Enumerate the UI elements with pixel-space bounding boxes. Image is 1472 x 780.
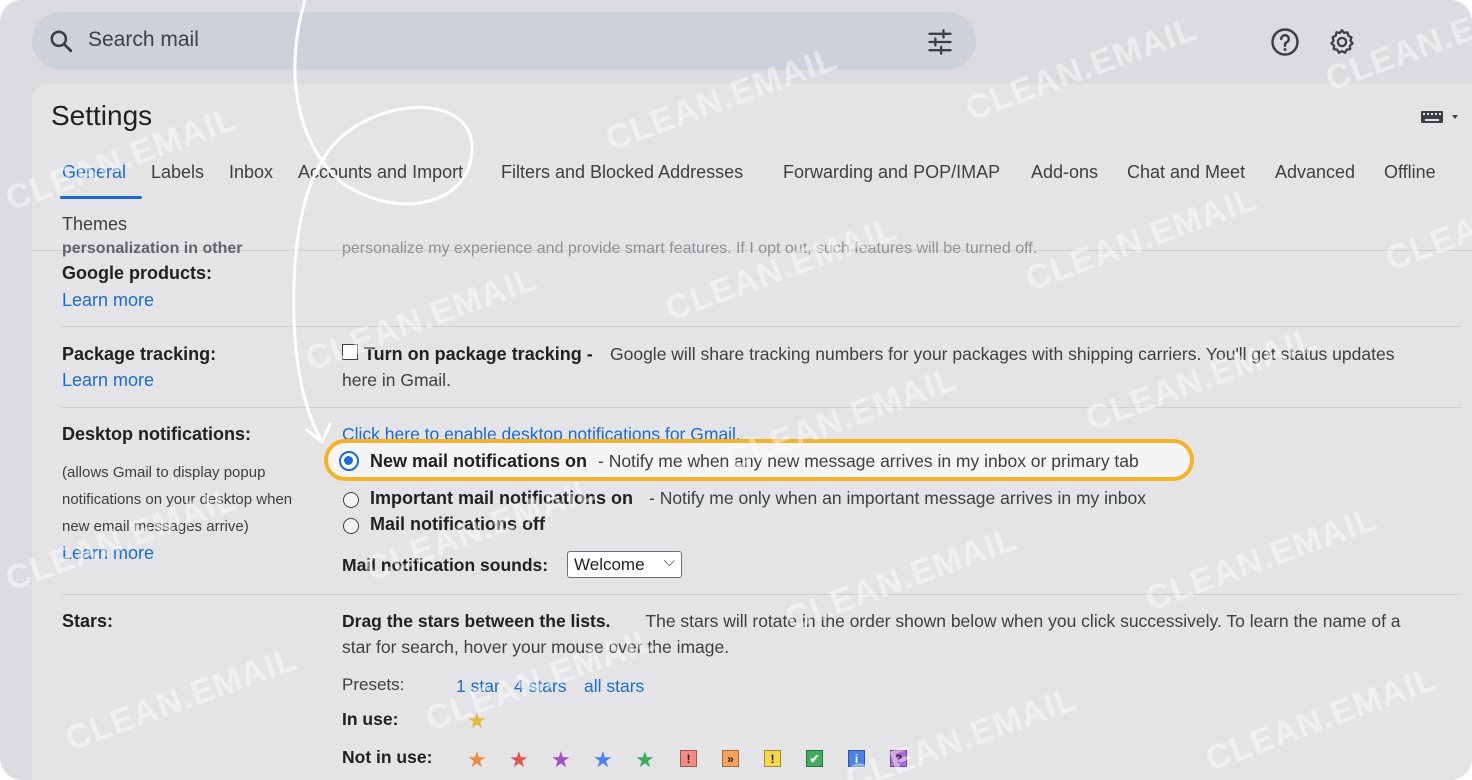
learn-more-desktop[interactable]: Learn more	[62, 543, 154, 564]
page-title: Settings	[51, 100, 153, 131]
chevron-down-icon: ⌵	[663, 553, 675, 570]
tab-themes[interactable]: Themes	[62, 214, 127, 235]
yellow-star-icon[interactable]: ★	[467, 710, 487, 732]
stars-desc-bold: Drag the stars between the lists.	[342, 611, 611, 631]
package-tracking-checkbox[interactable]	[342, 344, 358, 360]
desktop-notifications-label: Desktop notifications:	[62, 424, 252, 444]
tab-general[interactable]: General	[62, 162, 126, 183]
row-divider	[62, 326, 1462, 327]
search-icon[interactable]	[48, 28, 74, 54]
package-tracking-option: Turn on package tracking -	[364, 344, 593, 364]
google-products-label: Google products:	[62, 263, 212, 283]
tab-forwarding[interactable]: Forwarding and POP/IMAP	[783, 162, 1000, 183]
row-divider	[62, 594, 1462, 595]
learn-more-personalization[interactable]: Learn more	[62, 290, 154, 311]
mail-notifications-off-label: Mail notifications off	[370, 514, 545, 534]
tab-filters[interactable]: Filters and Blocked Addresses	[501, 162, 743, 183]
preset-4-stars[interactable]: 4 stars	[514, 676, 567, 697]
important-mail-notifications-desc: - Notify me only when an important messa…	[649, 488, 1147, 508]
orange-guillemet-icon[interactable]: »	[722, 750, 739, 767]
orange-star-icon[interactable]: ★	[467, 749, 487, 771]
stars-desc-2: star for search, hover your mouse over t…	[342, 637, 730, 657]
desktop-help-line-3: new email messages arrive)	[62, 518, 249, 535]
desktop-help-line-2: notifications on your desktop when	[62, 491, 293, 508]
search-input[interactable]: Search mail	[88, 28, 199, 52]
search-bar[interactable]: Search mail	[32, 12, 976, 70]
package-tracking-desc-2: here in Gmail.	[342, 370, 451, 390]
personalization-label-cut: personalization in other	[62, 240, 243, 257]
personalization-desc-cut: personalize my experience and provide sm…	[342, 240, 1038, 257]
search-options-icon[interactable]	[926, 28, 954, 56]
tab-accounts-and-import[interactable]: Accounts and Import	[298, 162, 463, 183]
gear-icon[interactable]	[1327, 27, 1357, 57]
purple-star-icon[interactable]: ★	[551, 749, 571, 771]
presets-label: Presets:	[342, 675, 405, 694]
preset-1-star[interactable]: 1 star	[456, 676, 500, 697]
desktop-help-line-1: (allows Gmail to display popup	[62, 464, 266, 481]
learn-more-package[interactable]: Learn more	[62, 370, 154, 391]
tab-inbox[interactable]: Inbox	[229, 162, 273, 183]
tab-add-ons[interactable]: Add-ons	[1031, 162, 1098, 183]
tab-advanced[interactable]: Advanced	[1275, 162, 1355, 183]
notification-sound-value: Welcome	[574, 555, 645, 574]
mail-notifications-off-radio[interactable]	[343, 518, 359, 534]
green-star-icon[interactable]: ★	[635, 749, 655, 771]
new-mail-notifications-label: New mail notifications on	[370, 451, 588, 471]
new-mail-notifications-desc: - Notify me when any new message arrives…	[598, 451, 1139, 471]
package-tracking-desc: Google will share tracking numbers for y…	[610, 344, 1395, 364]
red-star-icon[interactable]: ★	[509, 749, 529, 771]
notification-sounds-label: Mail notification sounds:	[342, 555, 549, 575]
purple-question-icon[interactable]: ?	[890, 750, 907, 767]
keyboard-icon[interactable]	[1420, 108, 1460, 126]
tab-chat-and-meet[interactable]: Chat and Meet	[1127, 162, 1245, 183]
tab-offline[interactable]: Offline	[1384, 162, 1436, 183]
preset-all-stars[interactable]: all stars	[584, 676, 644, 697]
stars-desc: The stars will rotate in the order shown…	[636, 611, 1401, 631]
blue-info-icon[interactable]: i	[848, 750, 865, 767]
green-check-icon[interactable]: ✔	[806, 750, 823, 767]
in-use-label: In use:	[342, 709, 399, 729]
yellow-bang-icon[interactable]: !	[764, 750, 781, 767]
important-mail-notifications-radio[interactable]	[343, 492, 359, 508]
row-divider	[62, 407, 1462, 408]
screenshot-frame: Search mail Settings General Labels Inbo…	[0, 0, 1472, 780]
active-tab-indicator	[60, 196, 142, 199]
stars-label: Stars:	[62, 611, 114, 631]
package-tracking-label: Package tracking:	[62, 344, 217, 364]
help-icon[interactable]	[1270, 27, 1300, 57]
not-in-use-label: Not in use:	[342, 747, 433, 767]
tab-labels[interactable]: Labels	[151, 162, 204, 183]
notification-sound-select[interactable]: Welcome ⌵	[567, 551, 682, 578]
blue-star-icon[interactable]: ★	[593, 749, 613, 771]
new-mail-notifications-radio[interactable]	[339, 451, 359, 471]
important-mail-notifications-label: Important mail notifications on	[370, 488, 634, 508]
red-bang-icon[interactable]: !	[680, 750, 697, 767]
